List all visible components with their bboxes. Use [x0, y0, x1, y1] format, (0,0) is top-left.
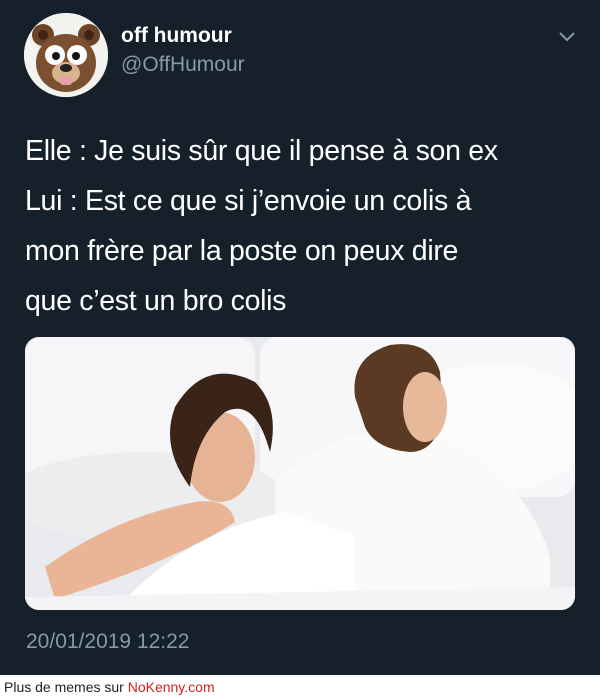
avatar[interactable]: [24, 13, 108, 97]
couple-in-bed-photo: [25, 337, 575, 610]
bear-avatar-icon: [24, 13, 108, 97]
footer-prefix: Plus de memes sur: [4, 679, 128, 695]
user-handle[interactable]: @OffHumour: [121, 53, 245, 77]
tweet-card: off humour @OffHumour Elle : Je suis sûr…: [0, 0, 600, 675]
display-name[interactable]: off humour: [121, 24, 232, 48]
tweet-timestamp[interactable]: 20/01/2019 12:22: [26, 630, 190, 654]
footer-site-link[interactable]: NoKenny.com: [128, 679, 215, 695]
tweet-text-line: Lui : Est ce que si j’envoie un colis à: [25, 185, 472, 217]
tweet-text-line: Elle : Je suis sûr que il pense à son ex: [25, 135, 498, 167]
tweet-text-line: mon frère par la poste on peux dire: [25, 235, 459, 267]
tweet-text: Elle : Je suis sûr que il pense à son ex…: [25, 126, 585, 326]
chevron-down-icon[interactable]: [557, 30, 577, 44]
watermark-footer: Plus de memes sur NoKenny.com: [0, 675, 600, 699]
tweet-text-line: que c’est un bro colis: [25, 285, 287, 317]
tweet-photo[interactable]: [25, 337, 575, 610]
